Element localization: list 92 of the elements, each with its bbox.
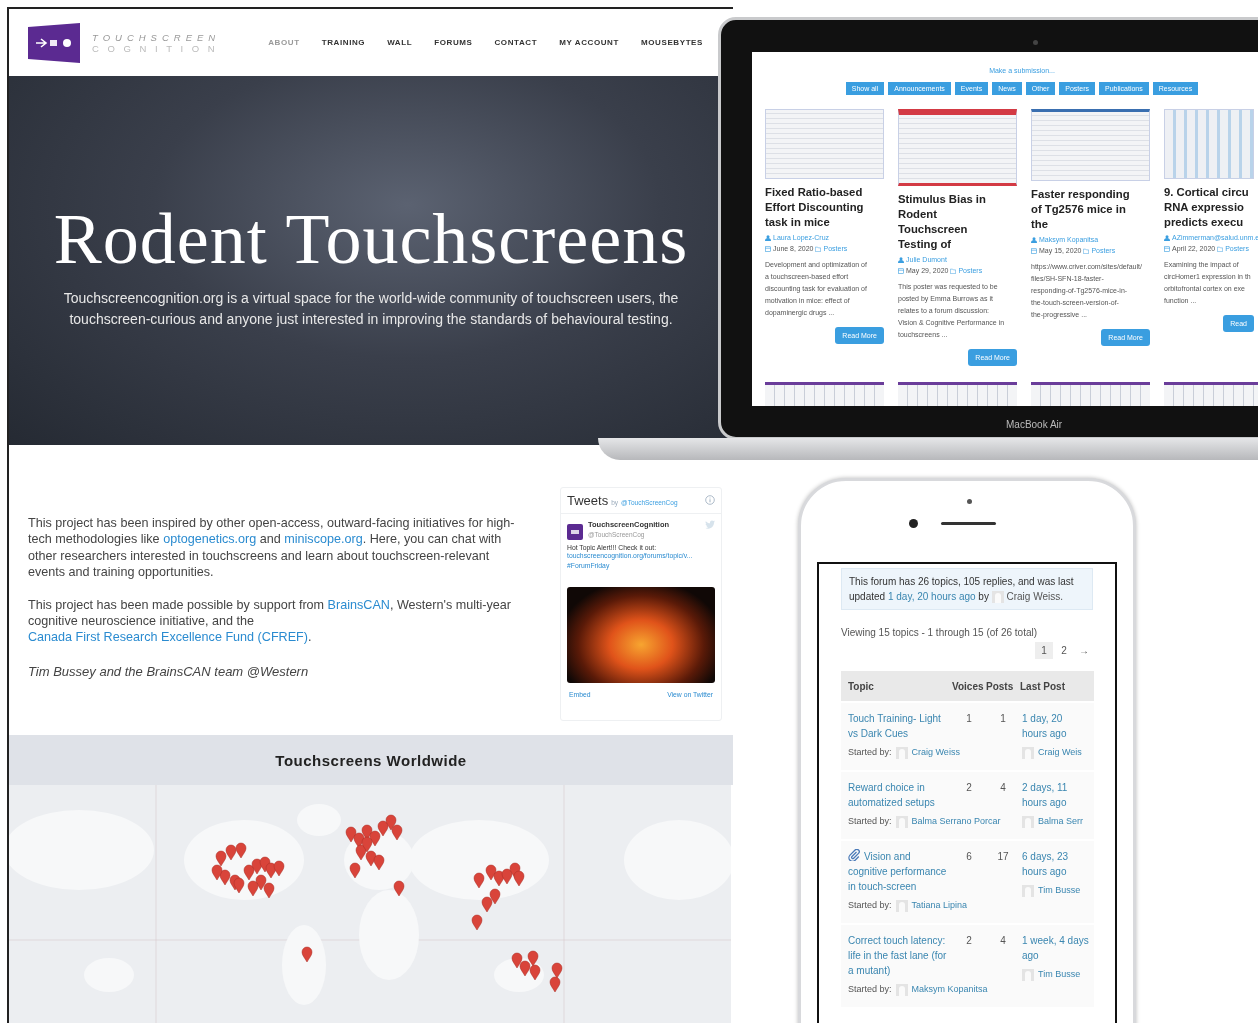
author-link[interactable]: Balma Serrano Porcar [911,814,1001,829]
poster-thumbnail[interactable] [765,382,884,406]
calendar-icon [765,245,771,252]
calendar-icon [1164,245,1170,252]
logo-subtitle: COGNITION [92,42,224,54]
logo-icon[interactable] [28,22,80,63]
card-title[interactable]: Fixed Ratio-based Effort Discounting task in mice [765,185,884,230]
topic-link[interactable]: Touch Training- Light vs Dark Cues [848,711,952,741]
hero-text: Touchscreencognition.org is a virtual space for the world-wide community of touchscreen users, the touchscreen-curious and anyone just interested in improving the standards of behavioural testing. [62,289,680,329]
author-link[interactable]: Craig Weis [1038,745,1082,760]
column-header: Posts [986,680,1015,692]
user-icon [1164,234,1170,241]
calendar-icon [898,267,904,274]
page-link[interactable]: → [1075,642,1093,659]
nav-link[interactable]: FORUMS [434,38,473,47]
bird-icon [705,520,715,529]
folder-icon [815,245,822,252]
topic-link[interactable]: Reward choice in automatized setups [848,780,952,810]
freshness-link[interactable]: 6 days, 23 hours ago [1022,849,1090,879]
link[interactable]: BrainsCAN [327,597,390,612]
link[interactable]: miniscope.org [284,532,363,547]
posts-count: 4 [999,781,1007,795]
camera-dot [1033,40,1038,45]
author-link[interactable]: Balma Serr [1038,814,1083,829]
page-link[interactable]: 2 [1055,642,1073,659]
nav-link[interactable]: CONTACT [494,38,538,47]
nav-link[interactable]: ABOUT [268,38,300,47]
column-header: Last Post [1020,680,1066,692]
poster-thumbnail[interactable] [1031,109,1150,181]
topic-link[interactable]: Correct touch latency: life in the fast lane (for a mutant) [848,933,952,978]
world-map-drawing[interactable] [9,785,731,1023]
voices-count: 2 [965,934,973,948]
author-link[interactable]: Tatiana Lipina [911,898,968,913]
poster-thumbnail[interactable] [1031,382,1150,406]
poster-thumbnail[interactable] [898,109,1017,186]
nav-link[interactable]: MOUSEBYTES [641,38,703,47]
laptop-label: MacBook Air [1006,419,1063,430]
logo-title: TOUCHSCREEN [92,31,222,43]
folder-icon [950,267,957,274]
section-title: Touchscreens Worldwide [275,751,467,769]
account-avatar-icon[interactable] [567,524,583,540]
forum-notice: This forum has 26 topics, 105 replies, and was last updated 1 day, 20 hours ago by Craig Weiss. [841,568,1093,610]
user-icon [1031,236,1037,243]
folder-icon [1083,247,1090,254]
topic-link[interactable]: Vision and cognitive performance in touch-screen [848,849,952,894]
started-by-label: Started by: [848,815,892,828]
posts-count: 17 [996,850,1010,864]
hero-title: Rodent Touchscreens [53,204,689,274]
freshness-link[interactable]: 1 week, 4 days ago [1022,933,1090,963]
posts-count: 1 [999,712,1007,726]
poster-thumbnail[interactable] [898,382,1017,406]
link[interactable]: optogenetics.org [163,532,257,547]
nav-link[interactable]: WALL [387,38,413,47]
nav-link[interactable]: MY ACCOUNT [559,38,619,47]
front-camera [909,519,918,528]
intro-paragraph: This project has been inspired by other open-access, outward-facing initiatives for high-tech methodologies like optogenetics.org and miniscope.org. Here, you can chat with other researchers interested in touchscreens and learn about touchscreen-relevant events and training opportunities. [28,515,516,581]
signature: Tim Bussey and the BrainsCAN team @Western [28,663,310,679]
column-header: Voices [952,680,985,692]
card-title[interactable]: Faster responding of Tg2576 mice in the [1031,187,1150,232]
folder-icon [1217,245,1224,252]
started-by-label: Started by: [848,899,892,912]
speaker-grille [941,522,996,525]
author-link[interactable]: Craig Weiss [911,745,960,760]
voices-count: 6 [965,850,973,864]
intro-paragraph: This project has been made possible by support from BrainsCAN, Western's multi-year cognitive neuroscience initiative, and the Canada First Research Excellence Fund (CFREF). [28,596,513,646]
user-link[interactable]: Craig Weiss. [1006,591,1063,602]
freshness-link[interactable]: 2 days, 11 hours ago [1022,780,1090,810]
voices-count: 2 [965,781,973,795]
topic-count: Viewing 15 topics - 1 through 15 (of 26 total) [841,627,1039,638]
card-title[interactable]: Stimulus Bias in Rodent Touchscreen Testing of [898,192,1017,252]
author-link[interactable]: Tim Busse [1038,883,1081,898]
calendar-icon [1031,247,1037,254]
column-header: Topic [848,680,875,692]
paperclip-icon [848,849,860,861]
started-by-label: Started by: [848,746,892,759]
page-link[interactable]: 1 [1035,642,1053,659]
freshness-link[interactable]: 1 day, 20 hours ago [887,591,976,602]
posts-count: 4 [999,934,1007,948]
photo-placeholder[interactable] [567,587,715,683]
author-link[interactable]: Maksym Kopanitsa [911,982,988,997]
card-title[interactable]: 9. Cortical circu RNA expressio predicts execu [1164,185,1254,230]
user-icon [898,256,904,263]
sensor-dot [967,499,972,504]
poster-thumbnail[interactable] [1164,382,1258,406]
author-link[interactable]: Tim Busse [1038,967,1081,982]
voices-count: 1 [965,712,973,726]
user-icon [765,234,771,241]
link[interactable]: Canada First Research Excellence Fund (CFREF) [28,630,308,645]
started-by-label: Started by: [848,983,892,996]
freshness-link[interactable]: 1 day, 20 hours ago [1022,711,1090,741]
nav-link[interactable]: TRAINING [321,38,366,47]
widget-title: Tweets [567,493,609,508]
